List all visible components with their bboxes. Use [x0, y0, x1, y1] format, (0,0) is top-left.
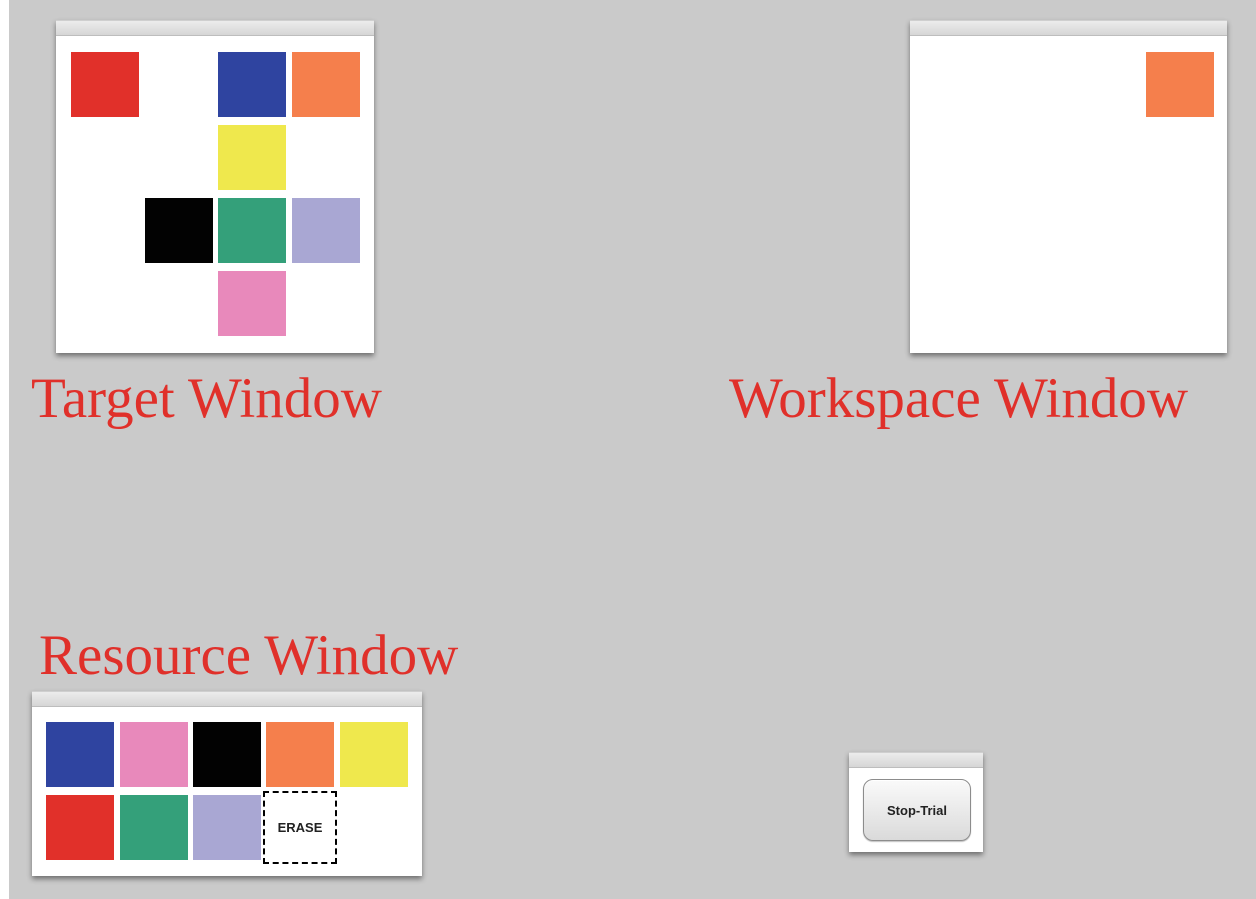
target-swatch-lavender	[292, 198, 360, 263]
target-window-titlebar[interactable]	[56, 20, 374, 36]
control-window-titlebar[interactable]	[849, 752, 983, 768]
control-window: Stop-Trial	[849, 752, 983, 852]
target-swatch-black	[145, 198, 213, 263]
resource-swatch-red[interactable]	[46, 795, 114, 860]
target-swatch-red	[71, 52, 139, 117]
desktop: Target Window Workspace Window Resource …	[9, 0, 1256, 899]
workspace-swatch-orange[interactable]	[1146, 52, 1214, 117]
resource-swatch-green[interactable]	[120, 795, 188, 860]
target-window	[56, 20, 374, 353]
workspace-window-caption: Workspace Window	[729, 367, 1189, 430]
workspace-window[interactable]	[910, 20, 1227, 353]
erase-button[interactable]: ERASE	[263, 791, 337, 864]
resource-swatch-black[interactable]	[193, 722, 261, 787]
target-swatch-blue	[218, 52, 286, 117]
resource-swatch-yellow[interactable]	[340, 722, 408, 787]
target-swatch-pink	[218, 271, 286, 336]
target-swatch-orange	[292, 52, 360, 117]
target-window-caption: Target Window	[31, 367, 382, 430]
resource-swatch-orange[interactable]	[266, 722, 334, 787]
resource-swatch-lavender[interactable]	[193, 795, 261, 860]
resource-window-caption: Resource Window	[39, 624, 459, 687]
target-swatch-green	[218, 198, 286, 263]
resource-window: ERASE	[32, 691, 422, 876]
resource-swatch-pink[interactable]	[120, 722, 188, 787]
stop-trial-button[interactable]: Stop-Trial	[863, 779, 971, 841]
resource-swatch-blue[interactable]	[46, 722, 114, 787]
target-swatch-yellow	[218, 125, 286, 190]
workspace-window-titlebar[interactable]	[910, 20, 1227, 36]
resource-window-titlebar[interactable]	[32, 691, 422, 707]
